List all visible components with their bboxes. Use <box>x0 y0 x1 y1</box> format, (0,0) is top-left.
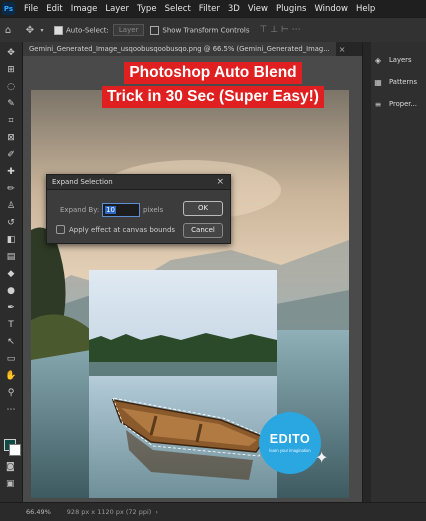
menu-window[interactable]: Window <box>310 4 352 14</box>
chevron-down-icon[interactable]: ▾ <box>38 27 46 34</box>
chevron-right-icon[interactable]: › <box>155 508 158 516</box>
auto-select-dropdown[interactable]: Layer <box>112 24 145 36</box>
menu-plugins[interactable]: Plugins <box>272 4 310 14</box>
quick-mask-icon[interactable]: ◙ <box>6 462 15 472</box>
canvas-bounds-checkbox[interactable]: Apply effect at canvas bounds <box>56 225 175 234</box>
menu-items: File Edit Image Layer Type Select Filter 3D View… <box>20 4 379 14</box>
align-icons[interactable]: ⊤ ⊥ ⊢ ⋯ <box>260 25 301 35</box>
close-tab-icon[interactable]: × <box>339 45 346 54</box>
menu-view[interactable]: View <box>244 4 272 14</box>
menu-image[interactable]: Image <box>67 4 102 14</box>
expand-by-input[interactable]: 10 <box>102 203 140 217</box>
checkbox-icon <box>150 25 160 35</box>
expand-by-value: 10 <box>105 206 116 214</box>
expand-selection-dialog: Expand Selection × Expand By: 10 pixels … <box>46 174 231 244</box>
panel-layers[interactable]: ◈ Layers <box>371 52 426 68</box>
show-transform-checkbox[interactable]: Show Transform Controls <box>150 25 250 35</box>
close-icon[interactable]: × <box>216 177 224 187</box>
photoshop-logo: Ps <box>2 2 15 15</box>
watermark-tagline: learn your imagination <box>269 448 311 453</box>
frame-icon[interactable]: ⊠ <box>0 129 22 146</box>
zoom-icon[interactable]: ⚲ <box>0 384 22 401</box>
menu-type[interactable]: Type <box>133 4 161 14</box>
right-panel-dock: ◈ Layers ▦ Patterns ≡ Proper... <box>362 42 426 502</box>
dock-strip <box>363 42 371 502</box>
zoom-level[interactable]: 66.49% <box>26 508 51 516</box>
eraser-icon[interactable]: ◧ <box>0 231 22 248</box>
menu-bar: Ps File Edit Image Layer Type Select Filter 3D V… <box>0 0 426 17</box>
document-tab[interactable]: Gemini_Generated_Image_usqoobusqoobusqo.… <box>23 42 336 56</box>
cancel-button[interactable]: Cancel <box>183 223 223 238</box>
brush-icon[interactable]: ✏ <box>0 180 22 197</box>
toolbar: ✥ ⊞ ◌ ✎ ⌗ ⊠ ✐ ✚ ✏ ♙ ↺ ◧ ▤ ◆ ● ✒ T ↖ ▭ ✋ ⚲ ⋯ ◙ ▣ <box>0 42 23 502</box>
properties-icon: ≡ <box>374 99 382 109</box>
blur-icon[interactable]: ◆ <box>0 265 22 282</box>
panel-patterns[interactable]: ▦ Patterns <box>371 74 426 90</box>
rectangle-icon[interactable]: ▭ <box>0 350 22 367</box>
options-bar: ⌂ ✥ ▾ Auto-Select: Layer Show Transform … <box>0 17 426 43</box>
menu-help[interactable]: Help <box>352 4 379 14</box>
healing-brush-icon[interactable]: ✚ <box>0 163 22 180</box>
video-title-line-2: Trick in 30 Sec (Super Easy!) <box>102 86 324 108</box>
panel-label: Layers <box>389 56 412 64</box>
move-tool-icon[interactable]: ✥ <box>0 44 22 61</box>
edito-watermark-logo: EDITO learn your imagination <box>259 412 321 474</box>
document-tab-bar: Gemini_Generated_Image_usqoobusqoobusqo.… <box>23 42 362 56</box>
menu-select[interactable]: Select <box>161 4 195 14</box>
panel-label: Proper... <box>389 100 417 108</box>
boat-image-inset <box>89 270 277 498</box>
checkbox-icon <box>56 225 65 234</box>
panel-proper[interactable]: ≡ Proper... <box>371 96 426 112</box>
ok-button[interactable]: OK <box>183 201 223 216</box>
hand-icon[interactable]: ✋ <box>0 367 22 384</box>
dialog-title: Expand Selection <box>47 175 230 190</box>
menu-edit[interactable]: Edit <box>42 4 66 14</box>
unit-label: pixels <box>143 206 164 214</box>
watermark-text: EDITO <box>269 432 311 446</box>
screen-mode-icon[interactable]: ▣ <box>6 479 15 489</box>
home-icon[interactable]: ⌂ <box>0 25 16 36</box>
move-tool-icon[interactable]: ✥ <box>22 25 38 36</box>
checkbox-icon <box>54 25 63 35</box>
video-title-line-1: Photoshop Auto Blend <box>124 62 302 84</box>
menu-file[interactable]: File <box>20 4 42 14</box>
expand-by-label: Expand By: <box>60 206 100 214</box>
sparkle-icon: ✦ <box>315 448 329 467</box>
crop-icon[interactable]: ⌗ <box>0 112 22 129</box>
patterns-icon: ▦ <box>374 77 382 87</box>
show-transform-label: Show Transform Controls <box>162 26 250 34</box>
path-select-icon[interactable]: ↖ <box>0 333 22 350</box>
menu-3d[interactable]: 3D <box>224 4 244 14</box>
dodge-icon[interactable]: ● <box>0 282 22 299</box>
panel-label: Patterns <box>389 78 417 86</box>
menu-filter[interactable]: Filter <box>195 4 224 14</box>
auto-select-label: Auto-Select: <box>66 26 109 34</box>
gradient-icon[interactable]: ▤ <box>0 248 22 265</box>
type-icon[interactable]: T <box>0 316 22 333</box>
layers-icon: ◈ <box>374 55 382 65</box>
pen-icon[interactable]: ✒ <box>0 299 22 316</box>
background-color-swatch[interactable] <box>9 444 21 456</box>
history-brush-icon[interactable]: ↺ <box>0 214 22 231</box>
status-bar: 66.49% 928 px x 1120 px (72 ppi) › <box>0 502 426 521</box>
clone-stamp-icon[interactable]: ♙ <box>0 197 22 214</box>
auto-select-checkbox[interactable]: Auto-Select: <box>54 25 109 35</box>
document-info: 928 px x 1120 px (72 ppi) <box>66 508 152 516</box>
more-tools-icon[interactable]: ⋯ <box>0 401 22 418</box>
menu-layer[interactable]: Layer <box>101 4 133 14</box>
eyedropper-icon[interactable]: ✐ <box>0 146 22 163</box>
canvas-bounds-label: Apply effect at canvas bounds <box>69 225 176 234</box>
